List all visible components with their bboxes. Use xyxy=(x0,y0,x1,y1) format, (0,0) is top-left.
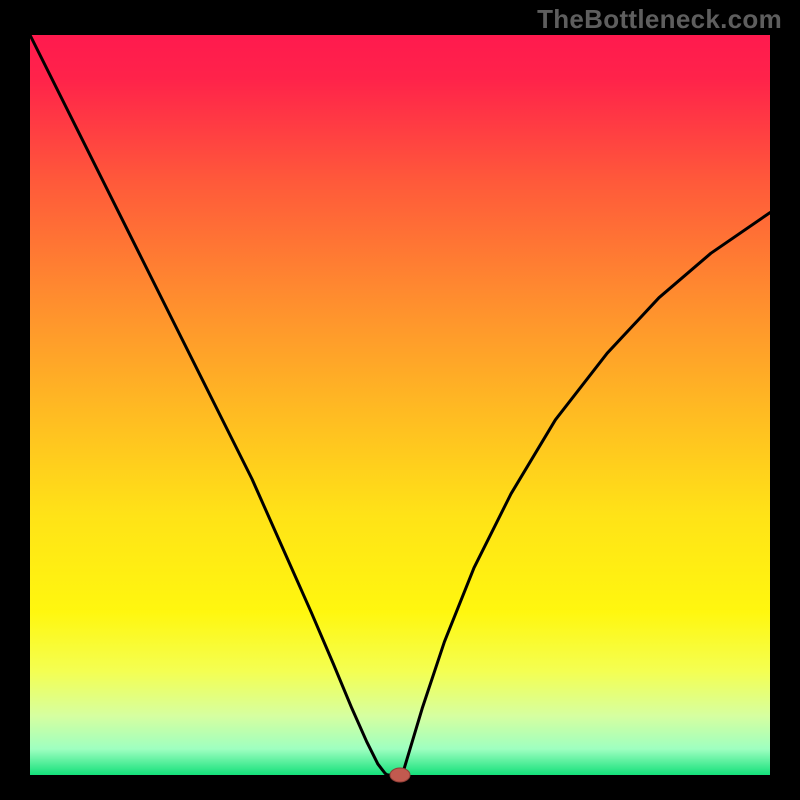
gradient-background xyxy=(30,35,770,775)
min-point-marker xyxy=(390,768,410,782)
chart-canvas xyxy=(0,0,800,800)
chart-frame: TheBottleneck.com xyxy=(0,0,800,800)
